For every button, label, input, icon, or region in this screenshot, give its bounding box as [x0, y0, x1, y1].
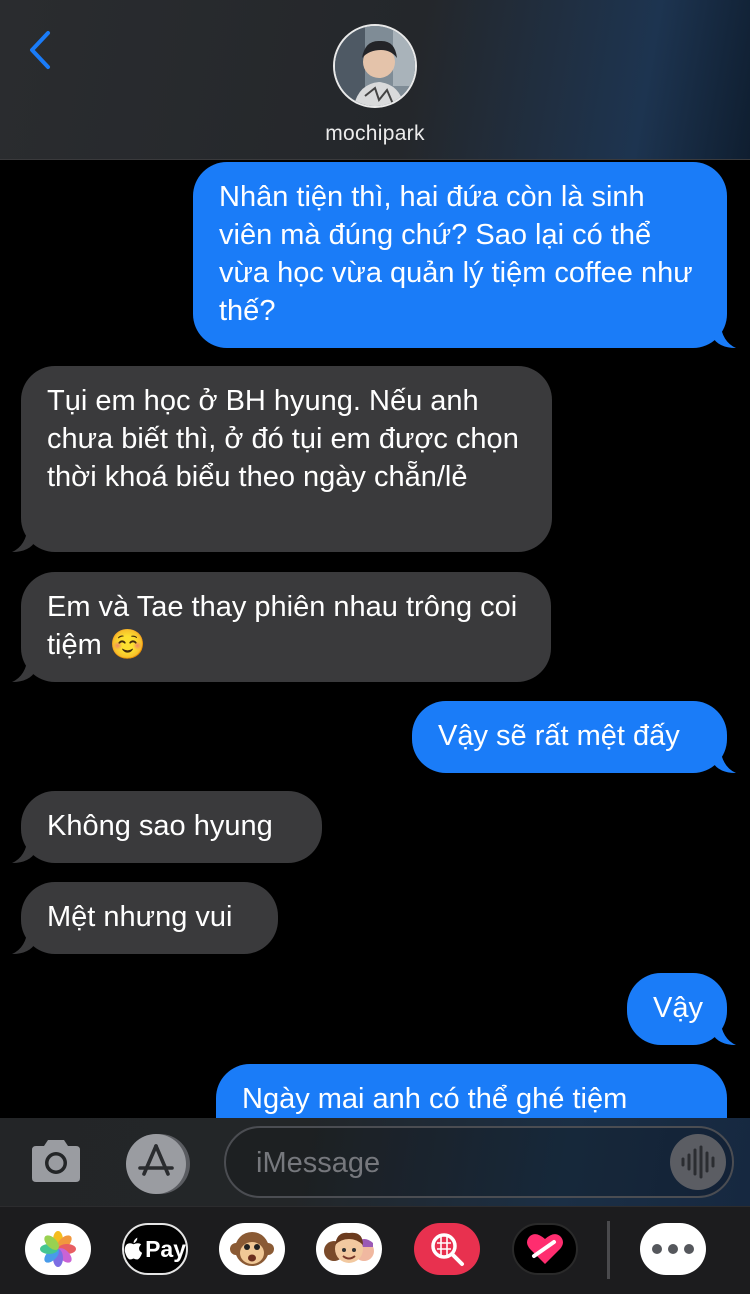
bubble-tail — [12, 837, 36, 863]
animoji-monkey-icon — [230, 1232, 274, 1266]
apple-pay-button[interactable]: Pay — [122, 1223, 188, 1275]
tray-divider — [607, 1221, 610, 1279]
message-bubble-incoming[interactable]: Em và Tae thay phiên nhau trông coi tiệm… — [12, 572, 551, 682]
digital-touch-button[interactable] — [512, 1223, 578, 1275]
message-bubble-outgoing[interactable]: Ngày mai anh có thể ghé tiệm — [216, 1064, 727, 1118]
message-bubble-outgoing[interactable]: Vậy — [627, 973, 736, 1045]
memoji-button[interactable] — [316, 1223, 382, 1275]
contact-name[interactable]: mochipark — [0, 122, 750, 146]
conversation-header: mochipark — [0, 0, 750, 160]
message-bubble-outgoing[interactable]: Nhân tiện thì, hai đứa còn là sinh viên … — [193, 162, 736, 348]
camera-button[interactable] — [28, 1136, 84, 1186]
app-store-button[interactable] — [126, 1132, 190, 1196]
avatar-photo — [335, 26, 415, 106]
message-text: Vậy sẽ rất mệt đấy — [438, 720, 680, 752]
app-store-icon — [126, 1134, 190, 1194]
bubble-tail — [12, 526, 36, 552]
bubble-tail — [712, 747, 736, 773]
digital-touch-icon — [527, 1234, 563, 1264]
message-bubble-incoming[interactable]: Tụi em học ở BH hyung. Nếu anh chưa biết… — [12, 366, 552, 552]
imessage-app-tray: Pay — [0, 1206, 750, 1294]
more-apps-button[interactable] — [640, 1223, 706, 1275]
photos-app-button[interactable] — [25, 1223, 91, 1275]
message-text: Vậy — [653, 992, 703, 1024]
bubble-tail — [12, 928, 36, 954]
message-text: Nhân tiện thì, hai đứa còn là sinh viên … — [219, 181, 693, 327]
message-text: Ngày mai anh có thể ghé tiệm — [242, 1083, 628, 1115]
bubble-tail — [712, 322, 736, 348]
message-text: Tụi em học ở BH hyung. Nếu anh chưa biết… — [47, 385, 519, 493]
message-bubble-incoming[interactable]: Không sao hyung — [12, 791, 322, 863]
more-icon — [652, 1244, 694, 1254]
message-bubble-outgoing[interactable]: Vậy sẽ rất mệt đấy — [412, 701, 736, 773]
image-search-button[interactable] — [414, 1223, 480, 1275]
apple-pay-label: Pay — [145, 1235, 186, 1262]
audio-message-button[interactable] — [670, 1134, 726, 1190]
chevron-left-icon — [30, 31, 50, 69]
photos-icon — [40, 1231, 76, 1267]
message-thread[interactable]: Nhân tiện thì, hai đứa còn là sinh viên … — [0, 160, 750, 1118]
compose-bar — [0, 1118, 750, 1206]
back-button[interactable] — [20, 28, 60, 72]
message-bubble-incoming[interactable]: Mệt nhưng vui — [12, 882, 278, 954]
bubble-tail — [712, 1019, 736, 1045]
message-text: Không sao hyung — [47, 810, 273, 842]
apple-pay-icon — [124, 1237, 143, 1260]
contact-avatar[interactable] — [333, 24, 417, 108]
message-text: Mệt nhưng vui — [47, 901, 233, 933]
memoji-icon — [324, 1232, 374, 1263]
image-search-icon — [431, 1233, 464, 1266]
message-input[interactable] — [256, 1140, 656, 1186]
message-text: Em và Tae thay phiên nhau trông coi tiệm… — [47, 591, 518, 661]
bubble-tail — [12, 656, 36, 682]
camera-icon — [32, 1140, 80, 1182]
animoji-button[interactable] — [219, 1223, 285, 1275]
audio-waveform-icon — [681, 1145, 715, 1179]
message-input-container[interactable] — [224, 1126, 734, 1198]
